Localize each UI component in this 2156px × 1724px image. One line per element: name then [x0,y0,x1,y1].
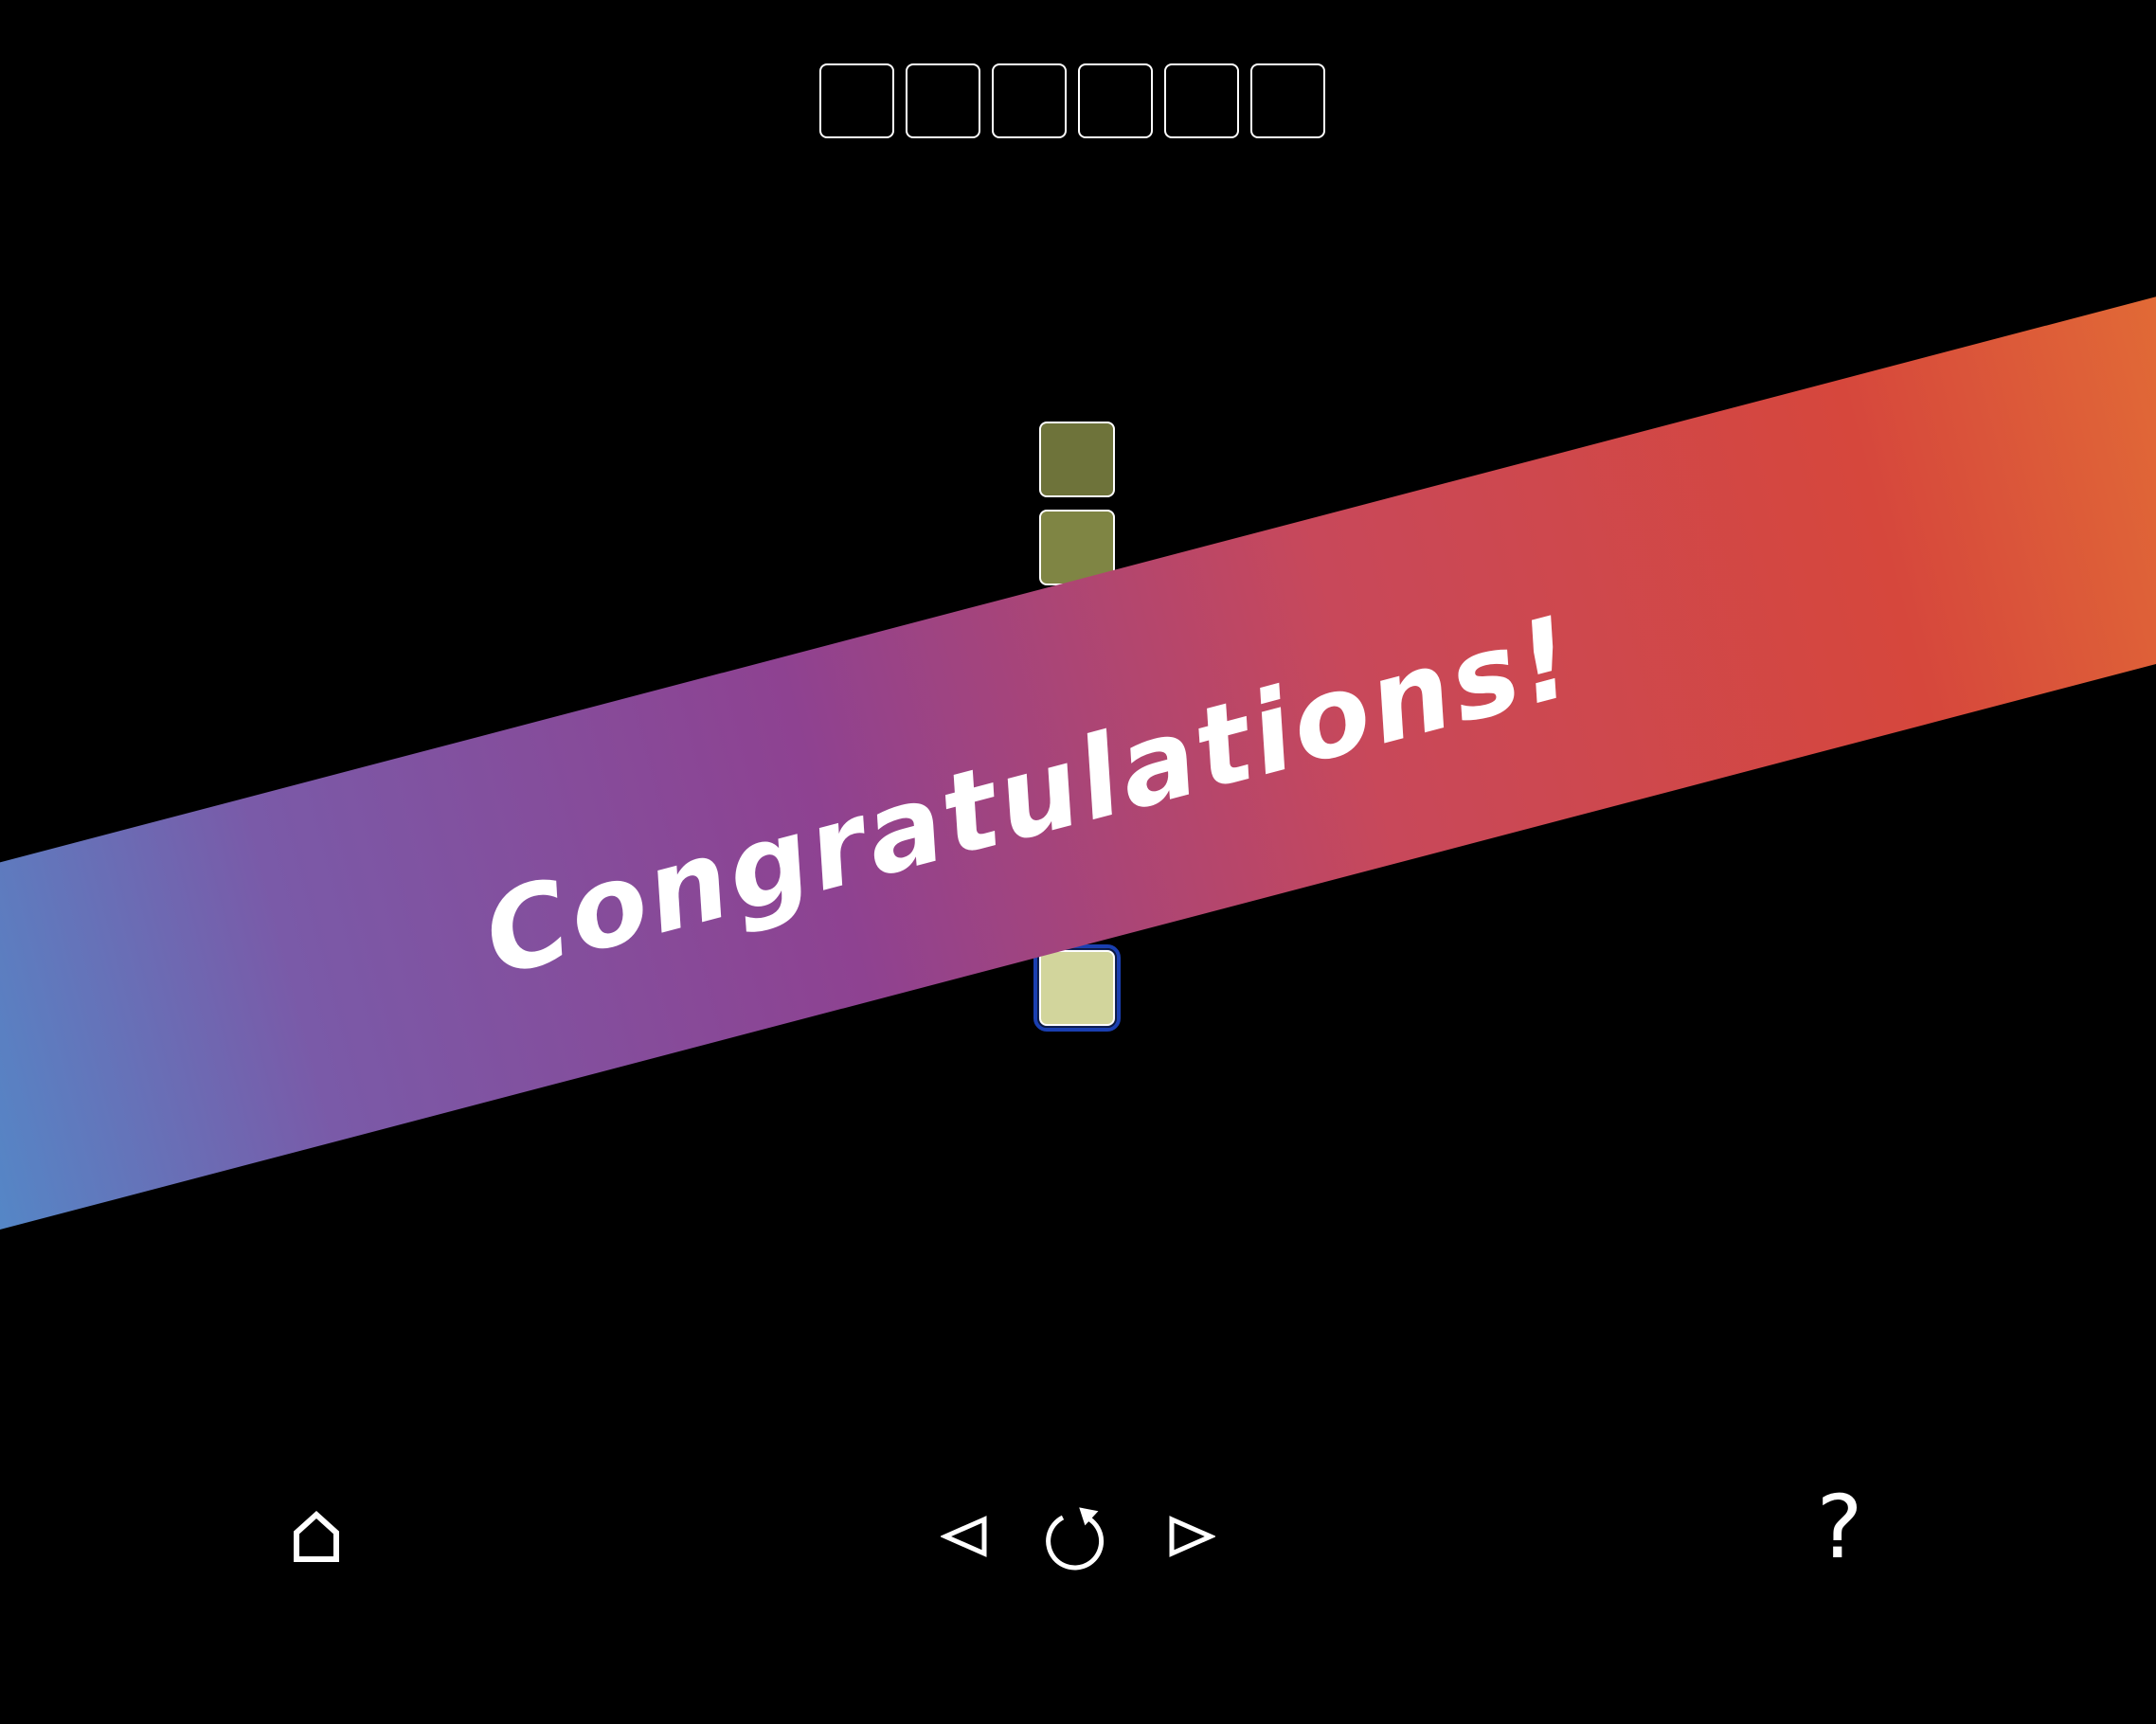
home-icon [294,1510,339,1562]
triangle-right-icon [1169,1516,1215,1557]
restart-icon [1046,1507,1105,1571]
game-board: Congratulations! ? [0,0,2156,1724]
progress-slot [1078,63,1153,138]
progress-slot [906,63,980,138]
progress-slot [992,63,1067,138]
help-button[interactable]: ? [1809,1484,1870,1571]
congratulations-banner: Congratulations! [0,240,2156,1281]
restart-button[interactable] [1040,1501,1114,1575]
triangle-left-icon [941,1516,987,1557]
progress-slot [1250,63,1325,138]
progress-slot [1164,63,1239,138]
home-button[interactable] [284,1504,349,1569]
selected-color-tile[interactable] [1033,944,1121,1032]
next-level-button[interactable] [1163,1508,1220,1565]
progress-slots [819,63,1325,138]
color-tile[interactable] [1039,422,1115,497]
previous-level-button[interactable] [936,1508,993,1565]
progress-slot [819,63,894,138]
